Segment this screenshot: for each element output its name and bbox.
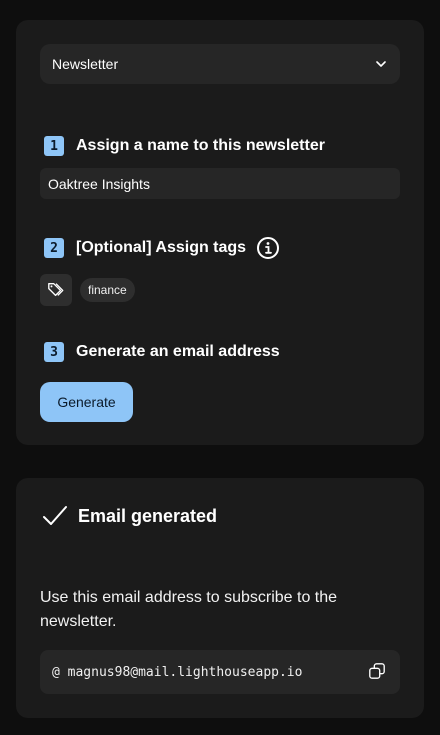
newsletter-type-select[interactable]: Newsletter bbox=[40, 44, 400, 84]
step-2-number: 2 bbox=[44, 238, 64, 258]
step-2-label: [Optional] Assign tags bbox=[76, 239, 247, 256]
info-icon[interactable] bbox=[256, 236, 280, 260]
step-2-heading: 2 [Optional] Assign tags bbox=[44, 236, 280, 260]
check-icon bbox=[43, 506, 67, 525]
tag-icon bbox=[48, 283, 64, 297]
newsletter-setup-card: Newsletter 1 Assign a name to this newsl… bbox=[16, 20, 424, 445]
generated-email-field[interactable]: @ magnus98@mail.lighthouseapp.io bbox=[40, 650, 400, 694]
step-3-label: Generate an email address bbox=[76, 343, 280, 360]
copy-icon bbox=[369, 663, 385, 679]
newsletter-name-input[interactable] bbox=[40, 168, 400, 199]
step-1-label: Assign a name to this newsletter bbox=[76, 137, 325, 154]
newsletter-type-value: Newsletter bbox=[52, 56, 119, 72]
step-3-heading: 3 Generate an email address bbox=[44, 342, 280, 362]
result-description: Use this email address to subscribe to t… bbox=[40, 589, 338, 630]
step-1-heading: 1 Assign a name to this newsletter bbox=[44, 136, 325, 156]
generate-button[interactable]: Generate bbox=[40, 382, 133, 422]
chevron-down-icon bbox=[376, 61, 386, 67]
step-1-number: 1 bbox=[44, 136, 64, 156]
result-title: Email generated bbox=[78, 505, 218, 526]
generated-email: @ magnus98@mail.lighthouseapp.io bbox=[52, 664, 303, 680]
copy-button[interactable] bbox=[368, 662, 388, 682]
result-heading: Email generated bbox=[42, 504, 217, 528]
email-generated-card: Email generated Use this email address t… bbox=[16, 478, 424, 718]
step-3-number: 3 bbox=[44, 342, 64, 362]
add-tag-button[interactable] bbox=[40, 274, 72, 306]
tag-chip[interactable]: finance bbox=[80, 278, 135, 302]
